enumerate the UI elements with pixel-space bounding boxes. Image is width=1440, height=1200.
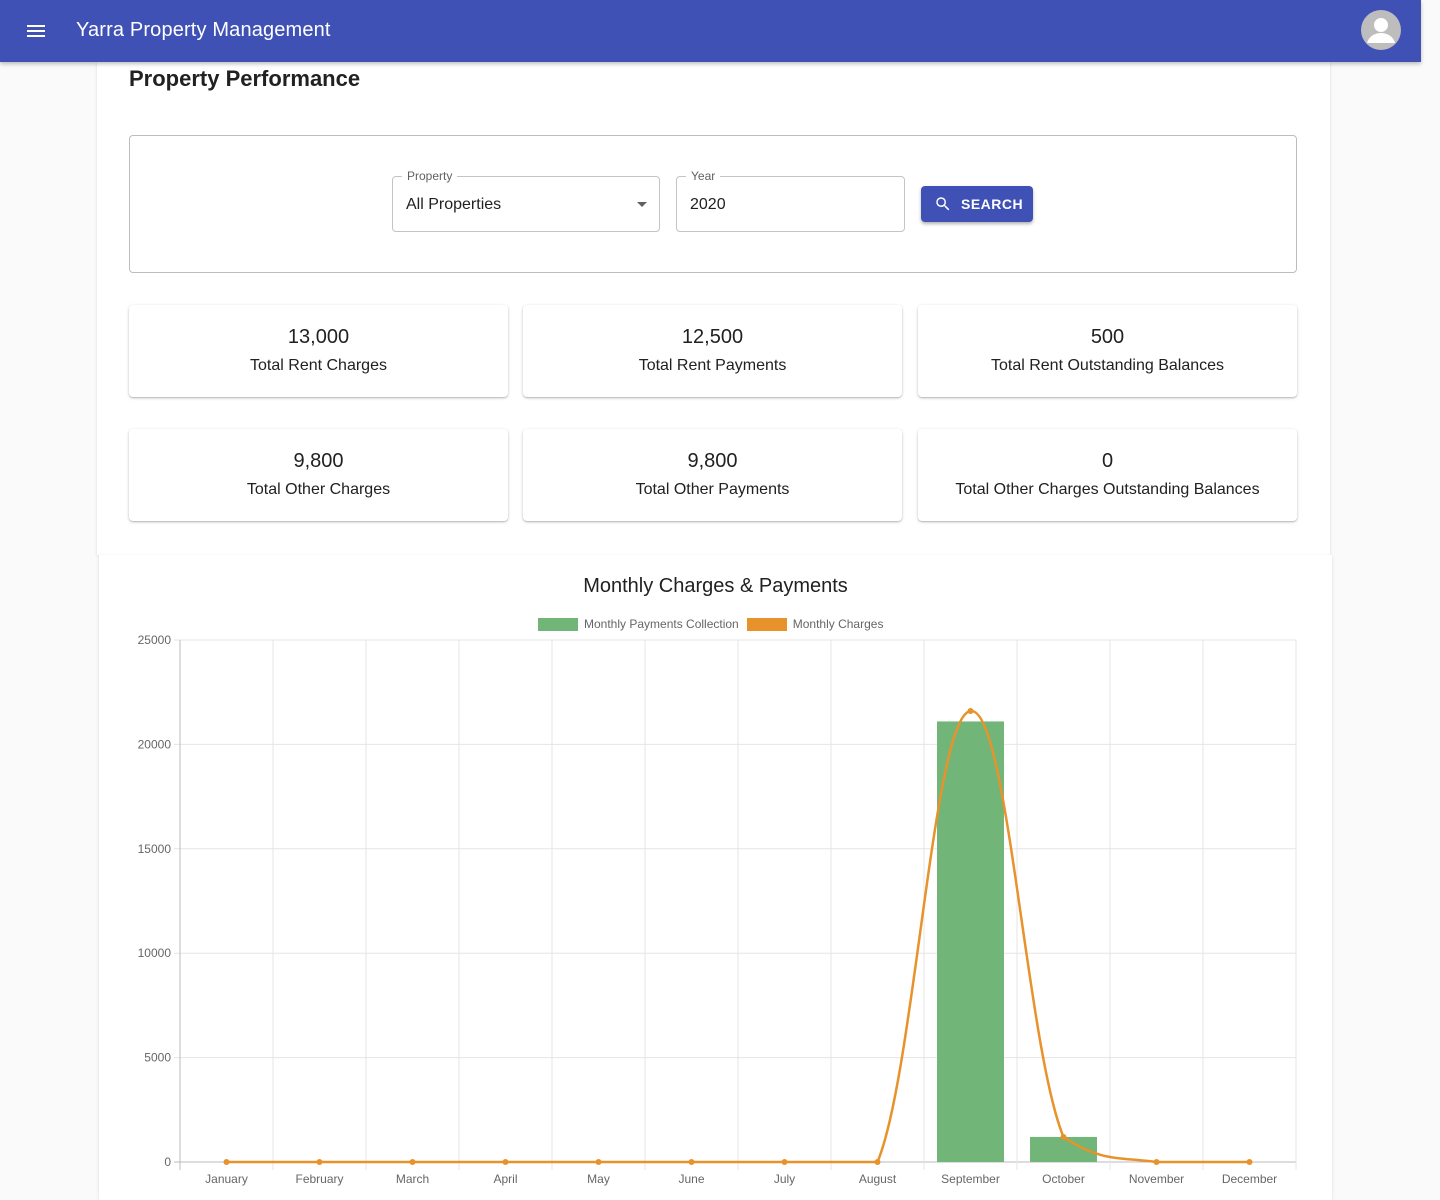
- stat-value: 12,500: [681, 326, 744, 348]
- legend-swatch-payments: [538, 617, 578, 631]
- chevron-down-icon[interactable]: [637, 202, 647, 207]
- search-button-label: SEARCH: [961, 196, 1024, 212]
- x-tick-label: December: [1222, 1172, 1277, 1186]
- property-select-label: Property: [402, 169, 458, 183]
- y-tick-label: 10000: [138, 946, 172, 960]
- property-select-value: All Properties: [406, 196, 502, 213]
- app-title: Yarra Property Management: [76, 19, 331, 41]
- x-tick-label: January: [205, 1172, 248, 1186]
- point-monthly-charges: [874, 1159, 881, 1165]
- x-tick-label: June: [678, 1172, 704, 1186]
- year-field-label: Year: [686, 169, 721, 183]
- point-monthly-charges: [1153, 1159, 1160, 1165]
- stat-card-rent-payments: 12,500 Total Rent Payments: [523, 305, 902, 397]
- app-bar: Yarra Property Management: [0, 0, 1421, 62]
- year-field-value: 2020: [690, 196, 726, 213]
- point-monthly-charges: [409, 1159, 416, 1165]
- stat-label: Total Other Payments: [635, 481, 790, 498]
- stat-label: Total Other Charges: [246, 481, 391, 498]
- year-field[interactable]: Year 2020: [676, 169, 905, 232]
- point-monthly-charges: [1246, 1159, 1253, 1165]
- point-monthly-charges: [595, 1159, 602, 1165]
- account-circle-icon[interactable]: [1361, 10, 1401, 50]
- x-tick-label: August: [859, 1172, 897, 1186]
- stat-card-other-payments: 9,800 Total Other Payments: [523, 429, 902, 521]
- menu-icon[interactable]: [24, 19, 48, 43]
- stat-label: Total Other Charges Outstanding Balances: [955, 481, 1260, 498]
- point-monthly-charges: [1060, 1133, 1067, 1140]
- x-tick-label: November: [1129, 1172, 1184, 1186]
- stat-label: Total Rent Charges: [250, 357, 387, 374]
- y-tick-label: 5000: [144, 1051, 171, 1065]
- x-tick-label: July: [774, 1172, 795, 1186]
- legend-item-charges[interactable]: Monthly Charges: [746, 617, 884, 631]
- bar-monthly-payments: [937, 721, 1004, 1162]
- point-monthly-charges: [781, 1159, 788, 1165]
- x-tick-label: February: [295, 1172, 343, 1186]
- legend-swatch-charges: [746, 617, 787, 631]
- point-monthly-charges: [223, 1159, 230, 1165]
- x-tick-label: March: [396, 1172, 429, 1186]
- point-monthly-charges: [316, 1159, 323, 1165]
- x-tick-label: May: [587, 1172, 610, 1186]
- y-tick-label: 15000: [138, 842, 172, 856]
- stat-label: Total Rent Outstanding Balances: [990, 357, 1225, 374]
- stat-card-rent-charges: 13,000 Total Rent Charges: [129, 305, 508, 397]
- stat-value: 500: [1090, 326, 1125, 348]
- stat-value: 9,800: [687, 450, 738, 472]
- x-tick-label: September: [941, 1172, 1000, 1186]
- y-tick-label: 20000: [138, 737, 172, 751]
- stat-label: Total Rent Payments: [638, 357, 787, 374]
- stat-card-other-outstanding: 0 Total Other Charges Outstanding Balanc…: [918, 429, 1297, 521]
- charges-payments-chart: 0 5000 10000 15000 20000 25000 January February…: [138, 633, 1297, 1186]
- stat-card-rent-outstanding: 500 Total Rent Outstanding Balances: [918, 305, 1297, 397]
- search-button[interactable]: SEARCH: [921, 186, 1033, 222]
- stat-card-other-charges: 9,800 Total Other Charges: [129, 429, 508, 521]
- point-monthly-charges: [502, 1159, 509, 1165]
- stat-value: 13,000: [287, 326, 350, 348]
- point-monthly-charges: [967, 707, 974, 714]
- page-title: Property Performance: [129, 66, 361, 91]
- stat-value: 0: [1101, 450, 1114, 472]
- stat-value: 9,800: [293, 450, 344, 472]
- legend-item-payments[interactable]: Monthly Payments Collection: [538, 617, 739, 631]
- point-monthly-charges: [688, 1159, 695, 1165]
- y-tick-label: 0: [164, 1155, 171, 1169]
- property-select[interactable]: Property All Properties: [392, 169, 660, 232]
- x-tick-label: October: [1042, 1172, 1085, 1186]
- x-tick-label: April: [493, 1172, 517, 1186]
- legend-label-payments: Monthly Payments Collection: [584, 617, 739, 631]
- chart-title: Monthly Charges & Payments: [583, 575, 848, 597]
- y-tick-label: 25000: [138, 633, 172, 647]
- legend-label-charges: Monthly Charges: [792, 617, 884, 631]
- search-icon: [936, 197, 950, 211]
